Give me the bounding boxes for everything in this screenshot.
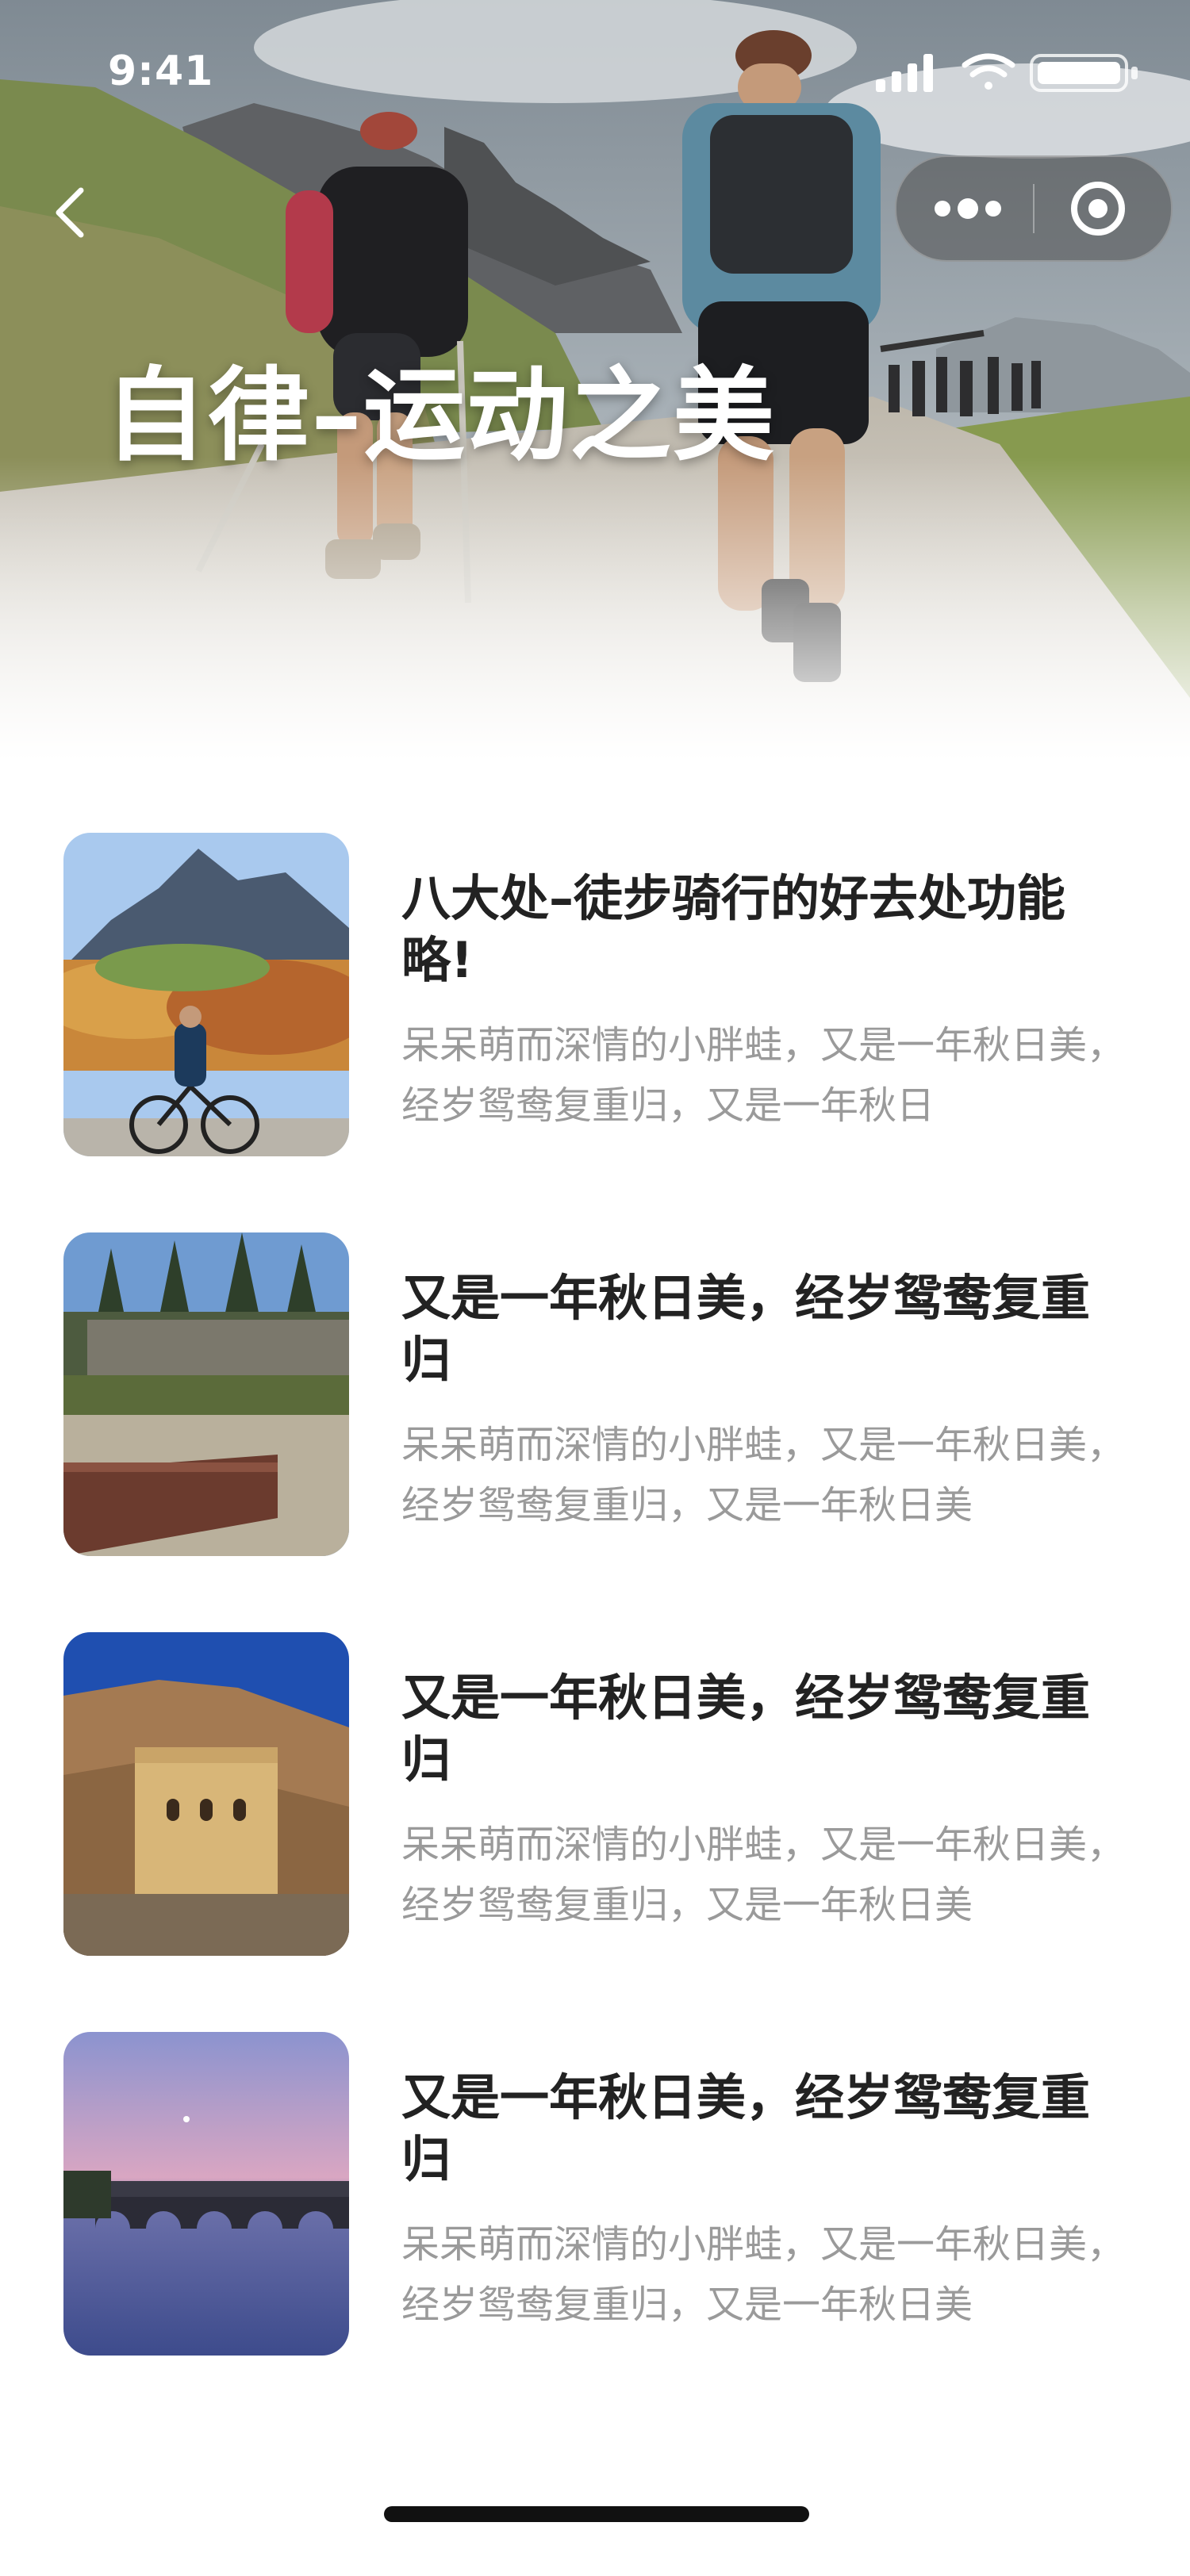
close-miniprogram-icon[interactable]	[1035, 157, 1171, 260]
article-description: 呆呆萌而深情的小胖蛙，又是一年秋日美，经岁鸳鸯复重归，又是一年秋日美	[401, 1423, 1126, 1528]
article-title: 又是一年秋日美，经岁鸳鸯复重归	[401, 2068, 1091, 2188]
signal-icon	[876, 54, 933, 92]
article-item[interactable]: 又是一年秋日美，经岁鸳鸯复重归 呆呆萌而深情的小胖蛙，又是一年秋日美，经岁鸳鸯复…	[0, 1232, 1190, 1558]
article-title: 又是一年秋日美，经岁鸳鸯复重归	[401, 1269, 1091, 1389]
article-description: 呆呆萌而深情的小胖蛙，又是一年秋日美，经岁鸳鸯复重归，又是一年秋日美	[401, 1823, 1126, 1927]
article-thumbnail	[63, 2032, 349, 2356]
article-thumbnail	[63, 1632, 349, 1956]
cycling-mountain-image	[63, 833, 349, 1156]
article-title: 八大处–徒步骑行的好去处功能略!	[401, 869, 1066, 989]
wifi-icon	[962, 53, 1015, 90]
back-arrow-icon[interactable]	[46, 181, 94, 244]
article-item[interactable]: 八大处–徒步骑行的好去处功能略! 呆呆萌而深情的小胖蛙，又是一年秋日美，经岁鸳鸯…	[0, 833, 1190, 1158]
page-title: 自律–运动之美	[105, 357, 777, 475]
article-description: 呆呆萌而深情的小胖蛙，又是一年秋日美，经岁鸳鸯复重归，又是一年秋日	[401, 1023, 1126, 1128]
miniprogram-capsule	[895, 155, 1173, 262]
hero-banner: 9:41 自律–运动之美	[0, 0, 1190, 761]
battery-icon	[1030, 54, 1138, 92]
article-item[interactable]: 又是一年秋日美，经岁鸳鸯复重归 呆呆萌而深情的小胖蛙，又是一年秋日美，经岁鸳鸯复…	[0, 2032, 1190, 2357]
great-wall-image	[63, 1632, 349, 1956]
article-title: 又是一年秋日美，经岁鸳鸯复重归	[401, 1669, 1091, 1788]
article-item[interactable]: 又是一年秋日美，经岁鸳鸯复重归 呆呆萌而深情的小胖蛙，又是一年秋日美，经岁鸳鸯复…	[0, 1632, 1190, 1957]
stone-bridge-image	[63, 2032, 349, 2356]
status-icons	[876, 53, 1138, 92]
home-indicator[interactable]	[384, 2506, 809, 2522]
article-description: 呆呆萌而深情的小胖蛙，又是一年秋日美，经岁鸳鸯复重归，又是一年秋日美	[401, 2222, 1126, 2327]
article-thumbnail	[63, 833, 349, 1156]
status-time: 9:41	[108, 48, 214, 95]
park-entrance-image	[63, 1232, 349, 1556]
more-options-icon[interactable]	[896, 157, 1033, 260]
article-thumbnail	[63, 1232, 349, 1556]
